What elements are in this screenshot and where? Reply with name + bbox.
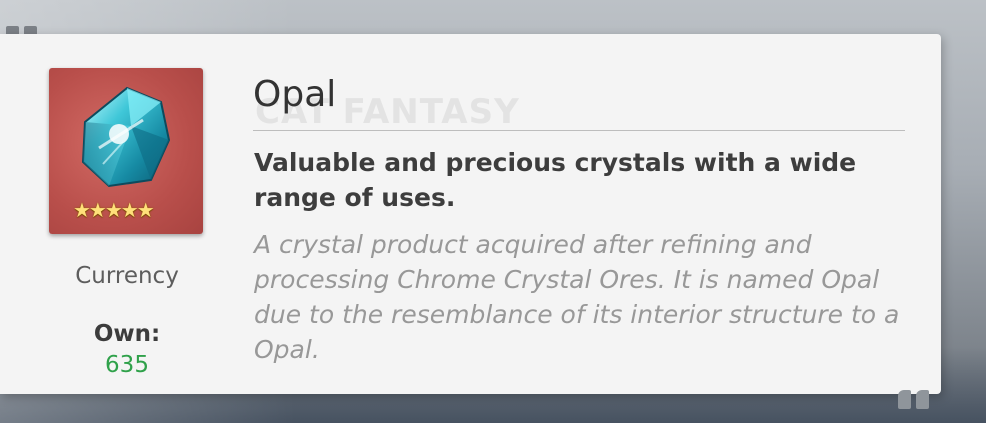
item-short-description: Valuable and precious crystals with a wi… — [254, 148, 857, 212]
item-category: Currency — [75, 263, 179, 289]
close-quote-mark-icon — [898, 390, 929, 409]
item-icon-frame: ★★★★★ — [49, 68, 203, 234]
rarity-stars: ★★★★★ — [73, 198, 155, 222]
own-label: Own: — [93, 321, 161, 347]
opal-crystal-icon — [81, 86, 171, 188]
title-divider — [253, 130, 905, 131]
own-count: 635 — [105, 352, 149, 378]
item-name: Opal — [253, 74, 337, 115]
item-lore-text: A crystal product acquired after refinin… — [254, 230, 900, 364]
